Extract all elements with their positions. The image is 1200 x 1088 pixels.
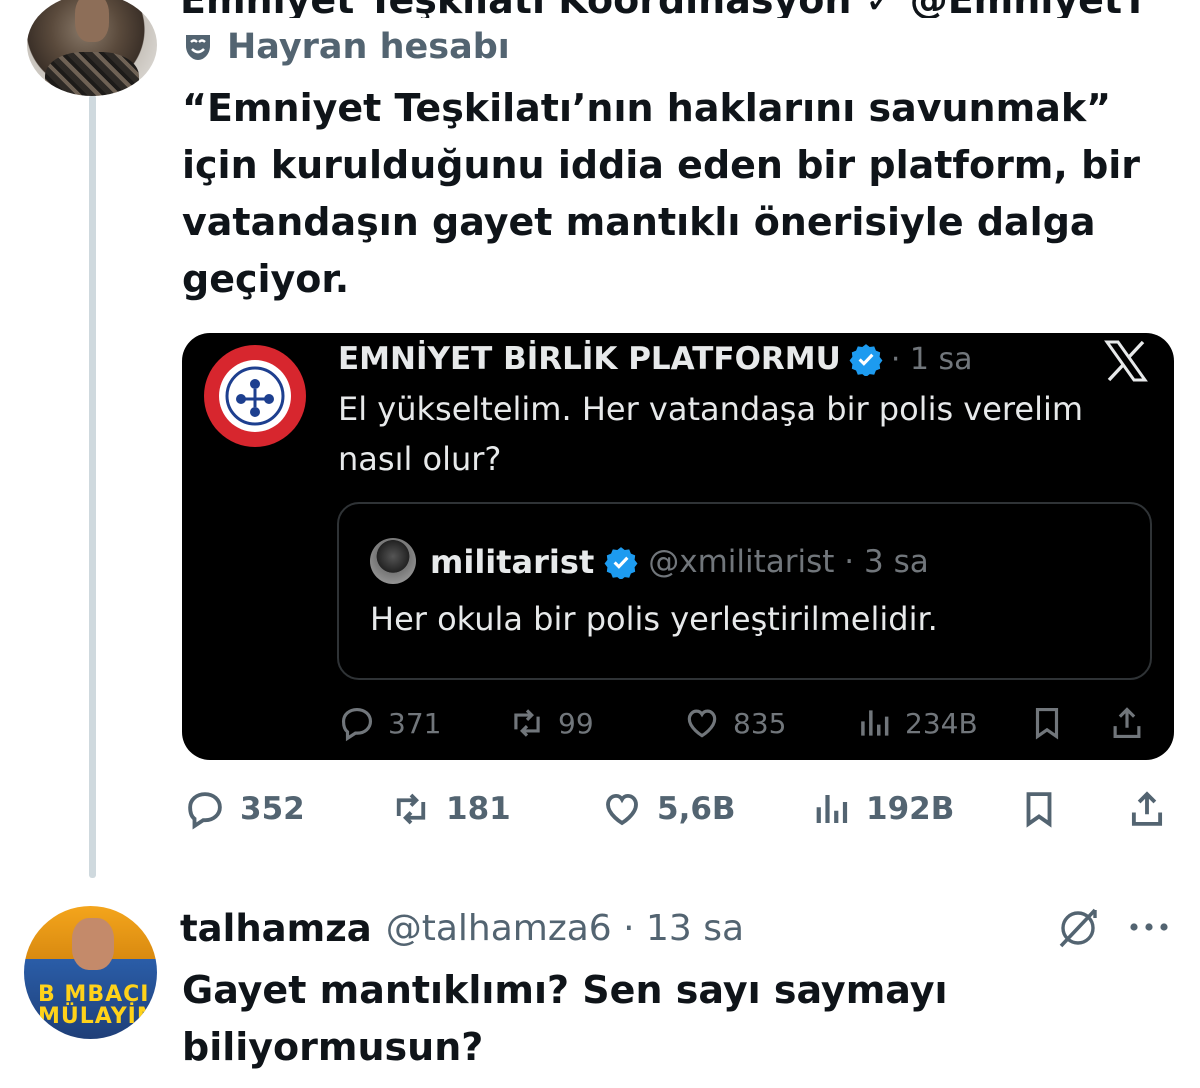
avatar-shirt: [45, 52, 139, 96]
bookmark-icon: [1026, 792, 1052, 828]
quoted-like-count: 835: [733, 706, 787, 740]
avatar-text-bottom: MÜLAYİM: [38, 1004, 157, 1029]
retweet-button[interactable]: 181: [390, 786, 511, 832]
quoted-reply-count: 371: [388, 706, 442, 740]
quoted-tweet-text: El yükseltelim. Her vatandaşa bir polis …: [338, 390, 1084, 478]
reply-author-handle: @talhamza6 · 13 sa: [385, 907, 745, 949]
verified-badge-icon: [604, 547, 638, 579]
nested-author-name[interactable]: militarist: [430, 543, 594, 581]
thread-line: [89, 95, 96, 878]
quoted-bookmark-button[interactable]: [1028, 700, 1078, 746]
heart-icon: [687, 709, 717, 738]
reply-icon: [341, 707, 373, 742]
bookmark-icon: [1035, 707, 1059, 740]
fan-account-label: Hayran hesabı: [183, 24, 510, 70]
like-count: 5,6B: [657, 791, 736, 827]
reply-tweet-text: Gayet mantıklımı? Sen sayı saymayı biliy…: [182, 968, 948, 1069]
avatar-head: [75, 0, 109, 42]
share-icon: [1131, 791, 1163, 826]
quoted-views-button[interactable]: 234B: [855, 700, 978, 746]
quoted-retweet-count: 99: [558, 706, 594, 740]
retweet-count: 181: [446, 791, 511, 827]
share-icon: [1113, 707, 1141, 739]
heart-icon: [606, 793, 638, 826]
bookmark-button[interactable]: [1018, 786, 1074, 832]
fan-label-text: Hayran hesabı: [227, 27, 510, 67]
like-button[interactable]: 5,6B: [601, 786, 736, 832]
quoted-views-count: 234B: [905, 706, 978, 740]
nested-quote-card[interactable]: [337, 502, 1152, 680]
tweet-text: “Emniyet Teşkilatı’nın haklarını savunma…: [182, 86, 1141, 301]
reply-author-name[interactable]: talhamza: [180, 907, 372, 950]
quoted-time: · 1 sa: [890, 341, 973, 377]
verified-badge-icon: [849, 344, 883, 376]
views-icon: [861, 710, 889, 736]
nested-quote-header: militarist @xmilitarist · 3 sa: [430, 538, 929, 586]
nested-author-handle: @xmilitarist · 3 sa: [648, 544, 929, 580]
nested-author-avatar[interactable]: [370, 538, 416, 584]
tweet-header-cut: Emniyet Teşkilatı Koordinasyon ✓ @Emniye…: [180, 0, 1140, 18]
x-logo-icon: [1104, 340, 1148, 382]
avatar-face: [72, 918, 114, 970]
quoted-reply-button[interactable]: 371: [338, 700, 441, 746]
reply-author-avatar[interactable]: B MBACI MÜLAYİM: [24, 906, 157, 1039]
views-icon: [816, 795, 848, 823]
quoted-retweet-button[interactable]: 99: [508, 700, 594, 746]
grok-icon[interactable]: [1055, 904, 1101, 950]
quoted-author-name[interactable]: EMNİYET BİRLİK PLATFORMU: [338, 341, 841, 377]
retweet-icon: [514, 709, 540, 737]
reply-icon: [188, 792, 222, 830]
views-button[interactable]: 192B: [810, 786, 954, 832]
theater-mask-icon: [186, 35, 210, 60]
reply-tweet-header: talhamza @talhamza6 · 13 sa: [180, 902, 744, 954]
quoted-like-button[interactable]: 835: [683, 700, 786, 746]
reply-count: 352: [240, 791, 305, 827]
emniyet-birlik-logo-icon: [204, 345, 306, 447]
retweet-icon: [396, 793, 426, 825]
views-count: 192B: [866, 791, 955, 827]
quoted-tweet-header: EMNİYET BİRLİK PLATFORMU · 1 sa: [338, 336, 973, 382]
author-avatar[interactable]: [27, 0, 157, 96]
reply-button[interactable]: 352: [184, 786, 305, 832]
quoted-share-button[interactable]: [1108, 700, 1158, 746]
nested-tweet-text: Her okula bir polis yerleştirilmelidir.: [370, 600, 938, 638]
share-button[interactable]: [1126, 786, 1182, 832]
more-options-icon[interactable]: [1125, 912, 1173, 942]
